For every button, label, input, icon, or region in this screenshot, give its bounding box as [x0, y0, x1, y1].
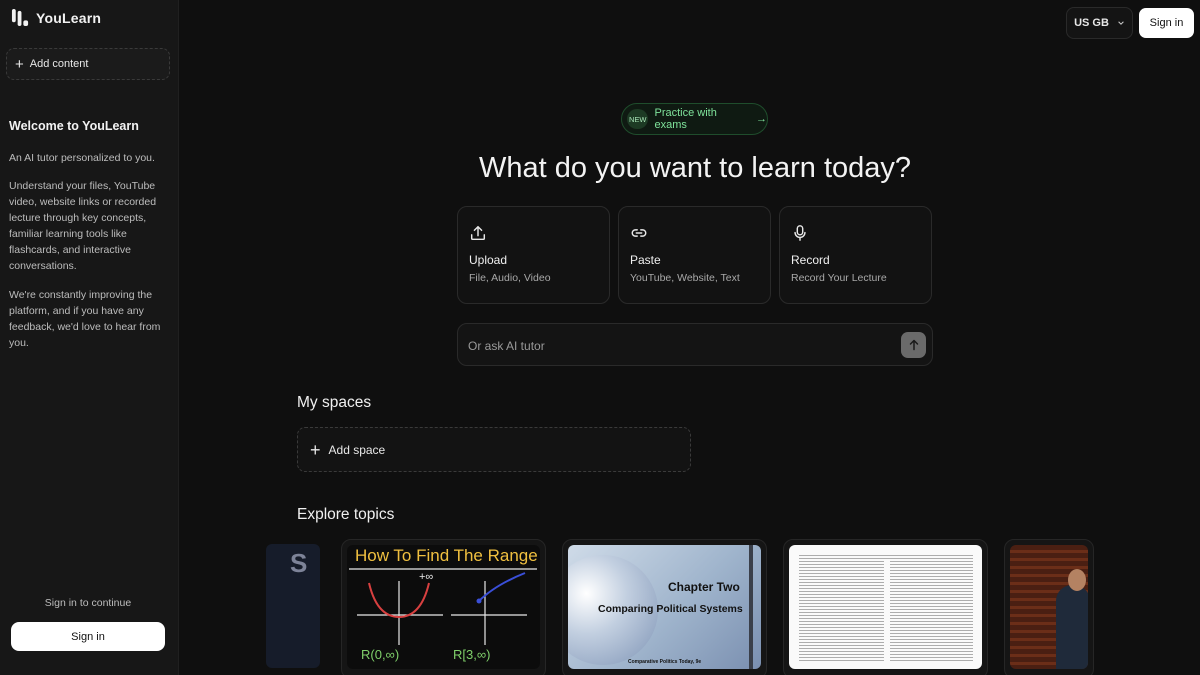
add-content-label: Add content: [29, 58, 89, 70]
badge-text: Practice with exams: [654, 107, 717, 131]
plus-icon: +: [310, 439, 321, 460]
signin-prompt: Sign in to continue: [44, 597, 132, 609]
chevron-down-icon: [1118, 21, 1124, 25]
graph-label: R(0,∞): [361, 647, 400, 662]
paste-card[interactable]: Paste YouTube, Website, Text: [618, 206, 771, 304]
topic-thumbnail: [789, 545, 982, 669]
explore-topics-title: Explore topics: [297, 506, 395, 523]
lecturer-head: [1068, 569, 1086, 591]
upload-title: Upload: [469, 253, 508, 267]
slide-divider: [749, 545, 753, 669]
app-name: YouLearn: [36, 9, 102, 26]
add-space-label: Add space: [328, 442, 386, 457]
topic-thumb-text: S: [290, 548, 308, 578]
upload-card[interactable]: Upload File, Audio, Video: [457, 206, 610, 304]
locale-label: US GB: [1074, 17, 1109, 29]
logo[interactable]: YouLearn: [11, 8, 101, 27]
topic-thumb-text: How To Find The Range: [355, 546, 538, 565]
plus-icon: +: [15, 55, 24, 73]
arrow-up-icon: [909, 339, 918, 351]
topic-thumb-text: Chapter Two: [668, 580, 740, 594]
graph-label: +∞: [419, 571, 434, 583]
locale-selector[interactable]: US GB: [1066, 7, 1133, 39]
welcome-paragraph: We're constantly improving the platform,…: [9, 289, 161, 349]
record-subtitle: Record Your Lecture: [791, 272, 887, 284]
topic-thumbnail: Chapter Two Comparing Political Systems …: [568, 545, 761, 669]
send-button[interactable]: [901, 332, 926, 358]
ask-ai-input[interactable]: [468, 336, 888, 356]
upload-subtitle: File, Audio, Video: [469, 272, 551, 284]
link-icon: [631, 229, 647, 237]
arrow-right-icon: →: [756, 113, 767, 125]
add-content-button[interactable]: + Add content: [6, 48, 170, 80]
topic-subtitle: Comparing Political Systems: [598, 603, 743, 615]
upload-icon: [470, 225, 486, 241]
welcome-paragraph: An AI tutor personalized to you.: [9, 152, 155, 164]
youlearn-logo-icon: [11, 8, 29, 27]
graph-label: R[3,∞): [453, 647, 491, 662]
topic-card[interactable]: [1004, 539, 1094, 675]
topic-thumbnail: [1010, 545, 1088, 669]
record-title: Record: [791, 253, 830, 267]
add-space-button[interactable]: + Add space: [297, 427, 691, 472]
topic-card[interactable]: Chapter Two Comparing Political Systems …: [562, 539, 767, 675]
practice-exams-badge[interactable]: NEW Practice with exams →: [621, 103, 768, 135]
welcome-paragraph: Understand your files, YouTube video, we…: [9, 180, 157, 272]
topic-footer: Comparative Politics Today, 9e: [628, 659, 702, 665]
microphone-icon: [794, 225, 806, 241]
header-signin-button[interactable]: Sign in: [1139, 8, 1194, 38]
record-card[interactable]: Record Record Your Lecture: [779, 206, 932, 304]
new-badge: NEW: [627, 109, 649, 129]
paste-subtitle: YouTube, Website, Text: [630, 272, 740, 284]
topic-card[interactable]: S: [266, 539, 324, 675]
my-spaces-title: My spaces: [297, 394, 372, 411]
sidebar: YouLearn + Add content Welcome to YouLea…: [0, 0, 179, 675]
topic-card[interactable]: How To Find The Range +∞ R(0,∞) R[3,∞): [341, 539, 546, 675]
topic-card[interactable]: [783, 539, 988, 675]
paste-title: Paste: [630, 253, 661, 267]
lecturer-figure: [1056, 585, 1088, 669]
paper-column-gap: [884, 559, 890, 663]
welcome-title: Welcome to YouLearn: [9, 119, 139, 133]
topic-thumbnail: S: [266, 544, 320, 668]
sidebar-signin-button[interactable]: Sign in: [11, 622, 165, 651]
hero-title: What do you want to learn today?: [478, 152, 912, 184]
ask-ai-box: [457, 323, 933, 366]
topic-thumbnail: How To Find The Range +∞ R(0,∞) R[3,∞): [347, 545, 540, 669]
